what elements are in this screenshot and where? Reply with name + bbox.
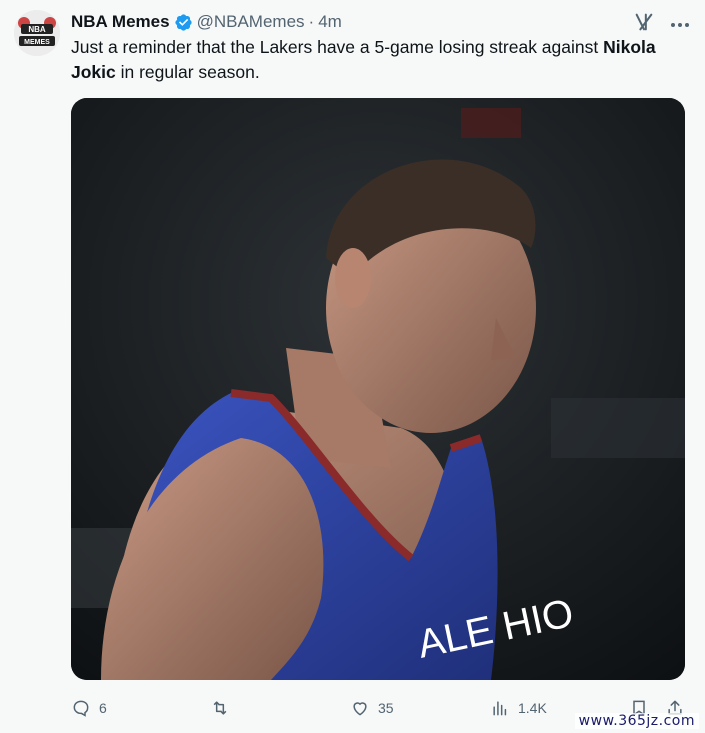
reply-count: 6	[99, 700, 107, 716]
author-handle[interactable]: @NBAMemes	[197, 12, 305, 32]
verified-badge-icon	[174, 13, 192, 31]
avatar-text-top: NBA	[28, 25, 46, 34]
author-name[interactable]: NBA Memes	[71, 12, 170, 32]
tweet-text-part2: in regular season.	[115, 62, 260, 82]
author-avatar[interactable]: NBA MEMES	[14, 10, 60, 56]
tweet-card[interactable]: NBA MEMES NBA Memes @NBAMemes · 4m Just …	[0, 0, 705, 733]
views-count: 1.4K	[518, 700, 547, 716]
reply-icon	[73, 700, 89, 717]
avatar-text-bottom: MEMES	[24, 39, 50, 46]
like-icon	[353, 702, 367, 716]
avatar-logo-icon: NBA MEMES	[14, 10, 60, 56]
views-button[interactable]: 1.4K	[490, 694, 547, 722]
site-watermark: www.365jz.com	[574, 713, 699, 729]
views-icon	[493, 701, 507, 716]
tweet-timestamp[interactable]: 4m	[318, 12, 342, 32]
tweet-media-image[interactable]: ALE HIO	[71, 98, 685, 680]
separator-dot: ·	[308, 12, 315, 31]
tweet-header: NBA Memes @NBAMemes · 4m	[71, 11, 342, 33]
tweet-text-part1: Just a reminder that the Lakers have a 5…	[71, 37, 604, 57]
player-photo-icon: ALE HIO	[71, 98, 685, 680]
tweet-text: Just a reminder that the Lakers have a 5…	[71, 35, 683, 85]
more-icon[interactable]	[669, 14, 691, 36]
like-count: 35	[378, 700, 394, 716]
repost-icon	[213, 701, 227, 715]
repost-button[interactable]	[210, 694, 238, 722]
top-actions	[633, 11, 691, 38]
grok-icon[interactable]	[633, 11, 655, 38]
like-button[interactable]: 35	[350, 694, 394, 722]
reply-button[interactable]: 6	[71, 694, 107, 722]
